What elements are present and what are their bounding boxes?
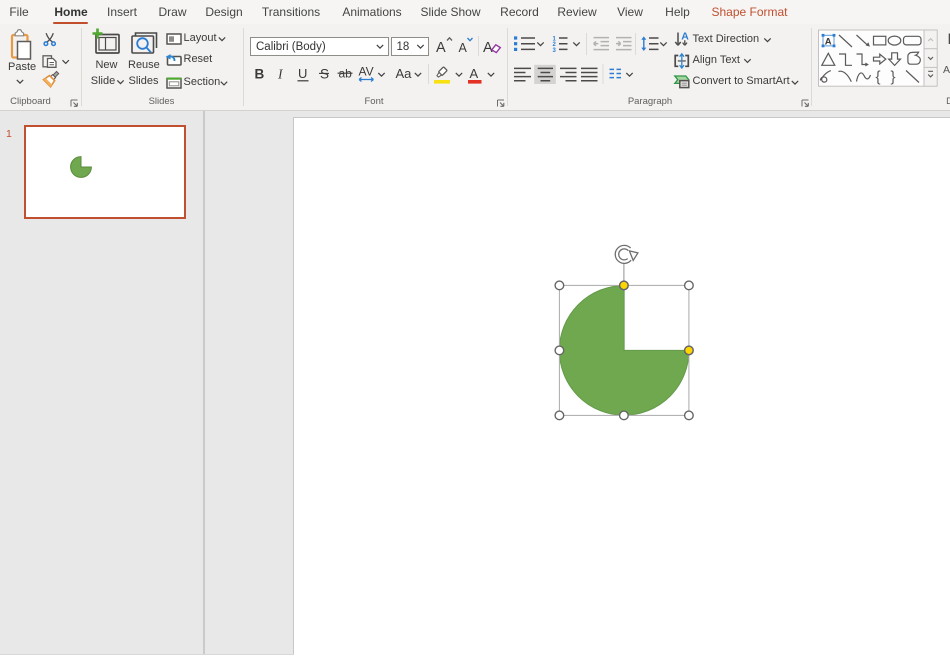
svg-text:S: S [320, 67, 329, 82]
svg-text:I: I [277, 67, 284, 82]
svg-text:A: A [459, 41, 468, 55]
svg-text:B: B [255, 67, 265, 82]
svg-text:A: A [470, 66, 479, 81]
svg-text:3: 3 [553, 48, 557, 54]
svg-text:Aa: Aa [396, 66, 413, 81]
svg-text:{: { [876, 69, 881, 86]
svg-text:A: A [825, 37, 832, 48]
svg-text:A: A [483, 40, 493, 56]
svg-text:A: A [436, 40, 446, 56]
svg-text:U: U [298, 66, 307, 81]
svg-text:}: } [891, 69, 896, 86]
svg-text:AV: AV [359, 65, 374, 79]
